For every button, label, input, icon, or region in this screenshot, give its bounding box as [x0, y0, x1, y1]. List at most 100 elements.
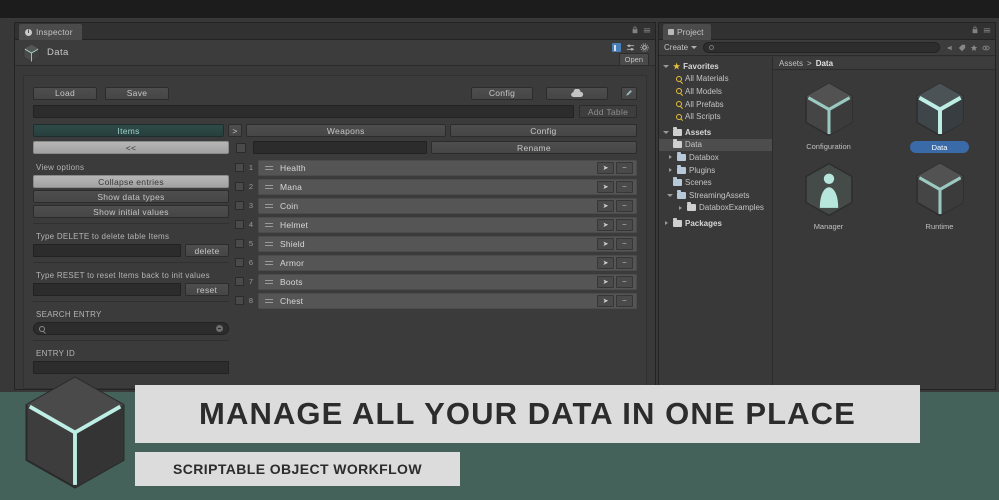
- star-filter-icon[interactable]: [970, 44, 978, 52]
- minus-icon[interactable]: –: [616, 257, 633, 269]
- minus-icon[interactable]: –: [616, 276, 633, 288]
- clear-circle-icon[interactable]: [216, 325, 223, 332]
- table-row[interactable]: 8 Chest ➤ –: [235, 292, 637, 310]
- tag-icon[interactable]: [958, 44, 966, 52]
- config-button[interactable]: Config: [471, 87, 533, 100]
- save-button[interactable]: Save: [105, 87, 169, 100]
- tree-item-databoxexamples[interactable]: DataboxExamples: [659, 202, 772, 215]
- drag-handle-icon[interactable]: [265, 185, 273, 189]
- tree-item-streamingassets[interactable]: StreamingAssets: [659, 189, 772, 202]
- row-checkbox[interactable]: [235, 239, 244, 248]
- asset-item-runtime[interactable]: Runtime: [894, 162, 986, 242]
- minus-icon[interactable]: –: [616, 181, 633, 193]
- drag-handle-icon[interactable]: [265, 242, 273, 246]
- minus-icon[interactable]: –: [616, 200, 633, 212]
- load-button[interactable]: Load: [33, 87, 97, 100]
- row-checkbox[interactable]: [235, 296, 244, 305]
- minus-icon[interactable]: –: [616, 295, 633, 307]
- table-row[interactable]: 4 Helmet ➤ –: [235, 216, 637, 234]
- cursor-pointer-icon[interactable]: ➤: [597, 295, 614, 307]
- tabs-next-button[interactable]: >: [228, 124, 242, 137]
- drag-handle-icon[interactable]: [265, 261, 273, 265]
- table-tab-config[interactable]: Config: [450, 124, 637, 137]
- asset-item-manager[interactable]: Manager: [783, 162, 875, 242]
- gear-icon[interactable]: [640, 43, 649, 52]
- table-row[interactable]: 7 Boots ➤ –: [235, 273, 637, 291]
- cursor-pointer-icon[interactable]: ➤: [597, 219, 614, 231]
- tree-item-data[interactable]: Data: [659, 139, 772, 152]
- tree-item-favorites[interactable]: ★ Favorites: [659, 60, 772, 73]
- row-checkbox[interactable]: [235, 220, 244, 229]
- cursor-pointer-icon[interactable]: ➤: [597, 200, 614, 212]
- table-row[interactable]: 2 Mana ➤ –: [235, 178, 637, 196]
- panel-icon[interactable]: [612, 43, 621, 52]
- menu-icon[interactable]: [643, 26, 651, 34]
- row-checkbox[interactable]: [235, 201, 244, 210]
- reset-button[interactable]: reset: [185, 283, 229, 296]
- show-data-types-button[interactable]: Show data types: [33, 190, 229, 203]
- delete-button[interactable]: delete: [185, 244, 229, 257]
- open-button[interactable]: Open: [619, 53, 649, 66]
- cloud-button[interactable]: [546, 87, 608, 100]
- drag-handle-icon[interactable]: [265, 166, 273, 170]
- tree-item-all-materials[interactable]: All Materials: [659, 73, 772, 86]
- collapse-sidebar-button[interactable]: <<: [33, 141, 229, 154]
- reset-confirm-input[interactable]: [33, 283, 181, 296]
- chevron-down-icon: [663, 65, 669, 68]
- drag-handle-icon[interactable]: [265, 280, 273, 284]
- menu-icon[interactable]: [983, 26, 991, 34]
- delete-confirm-input[interactable]: [33, 244, 181, 257]
- minus-icon[interactable]: –: [616, 162, 633, 174]
- table-tab-weapons[interactable]: Weapons: [246, 124, 446, 137]
- show-initial-values-button[interactable]: Show initial values: [33, 205, 229, 218]
- rename-button[interactable]: Rename: [431, 141, 637, 154]
- cursor-pointer-icon[interactable]: ➤: [597, 276, 614, 288]
- minus-icon[interactable]: –: [616, 238, 633, 250]
- tree-item-all-prefabs[interactable]: All Prefabs: [659, 98, 772, 111]
- breadcrumb-root[interactable]: Assets: [779, 59, 803, 68]
- project-search-input[interactable]: [703, 42, 940, 53]
- drag-handle-icon[interactable]: [265, 204, 273, 208]
- asset-item-configuration[interactable]: Configuration: [783, 82, 875, 162]
- row-checkbox[interactable]: [235, 182, 244, 191]
- cursor-pointer-icon[interactable]: ➤: [597, 162, 614, 174]
- visibility-icon[interactable]: [982, 44, 990, 52]
- tree-item-databox[interactable]: Databox: [659, 151, 772, 164]
- add-table-input[interactable]: [33, 105, 574, 118]
- tree-item-packages[interactable]: Packages: [659, 217, 772, 230]
- rename-toggle-checkbox[interactable]: [236, 143, 246, 153]
- edit-button[interactable]: [621, 87, 637, 100]
- tree-item-all-models[interactable]: All Models: [659, 85, 772, 98]
- audio-icon[interactable]: [946, 44, 954, 52]
- table-tab-items[interactable]: Items: [33, 124, 224, 137]
- chevron-down-icon: [667, 194, 673, 197]
- row-checkbox[interactable]: [235, 258, 244, 267]
- settings-sliders-icon[interactable]: [626, 43, 635, 52]
- asset-item-data[interactable]: Data: [894, 82, 986, 162]
- add-table-button[interactable]: Add Table: [579, 105, 637, 118]
- tree-item-scenes[interactable]: Scenes: [659, 176, 772, 189]
- collapse-entries-button[interactable]: Collapse entries: [33, 175, 229, 188]
- tree-item-all-scripts[interactable]: All Scripts: [659, 110, 772, 123]
- create-button[interactable]: Create: [664, 43, 697, 52]
- table-row[interactable]: 6 Armor ➤ –: [235, 254, 637, 272]
- table-row[interactable]: 3 Coin ➤ –: [235, 197, 637, 215]
- cursor-pointer-icon[interactable]: ➤: [597, 181, 614, 193]
- row-checkbox[interactable]: [235, 163, 244, 172]
- rename-input[interactable]: [253, 141, 427, 154]
- drag-handle-icon[interactable]: [265, 299, 273, 303]
- table-row[interactable]: 1 Health ➤ –: [235, 159, 637, 177]
- lock-icon[interactable]: [971, 26, 979, 34]
- tree-item-plugins[interactable]: Plugins: [659, 164, 772, 177]
- cursor-pointer-icon[interactable]: ➤: [597, 257, 614, 269]
- search-entry-box[interactable]: [33, 322, 229, 335]
- tab-inspector[interactable]: i Inspector: [19, 24, 82, 40]
- tab-project[interactable]: Project: [663, 24, 711, 40]
- minus-icon[interactable]: –: [616, 219, 633, 231]
- table-row[interactable]: 5 Shield ➤ –: [235, 235, 637, 253]
- lock-icon[interactable]: [631, 26, 639, 34]
- tree-item-assets[interactable]: Assets: [659, 126, 772, 139]
- cursor-pointer-icon[interactable]: ➤: [597, 238, 614, 250]
- drag-handle-icon[interactable]: [265, 223, 273, 227]
- row-checkbox[interactable]: [235, 277, 244, 286]
